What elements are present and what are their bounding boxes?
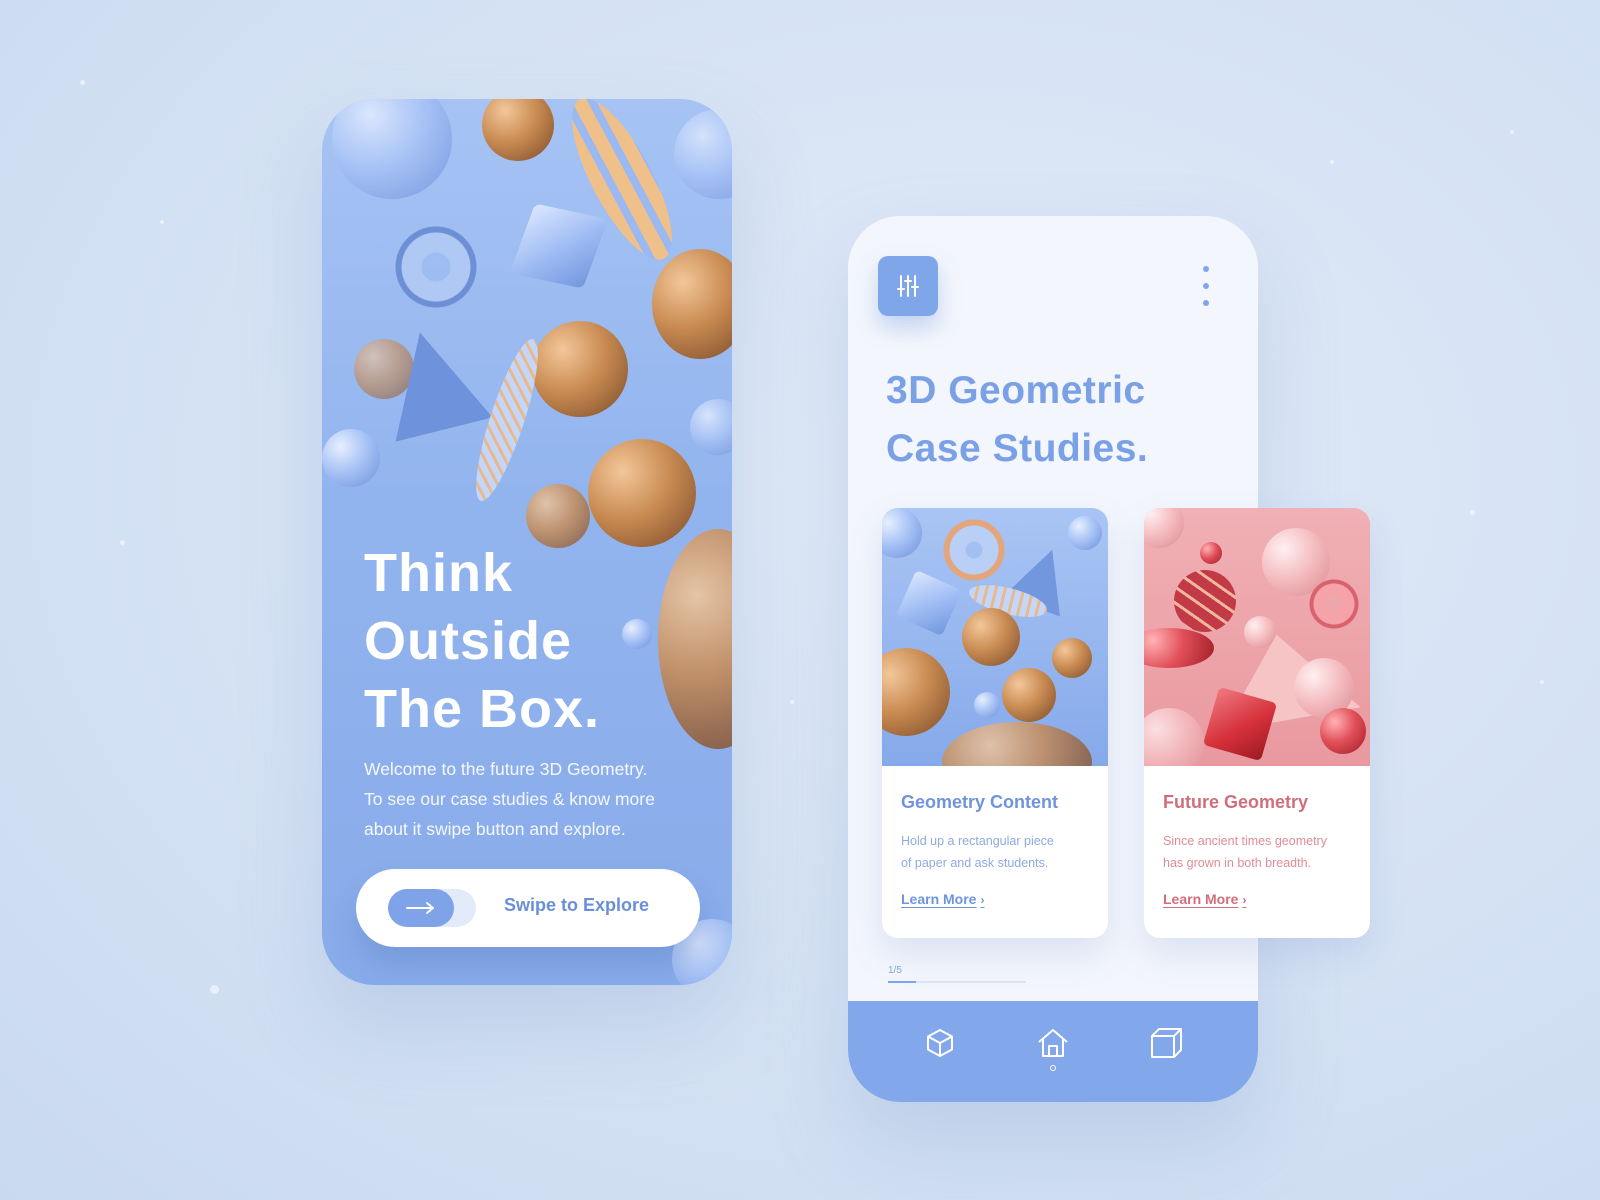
learn-more-label: Learn More	[901, 891, 977, 907]
page-title-line: 3D Geometric	[886, 369, 1146, 412]
background-dot	[120, 540, 125, 545]
chevron-right-icon: ›	[980, 893, 985, 907]
brown-sphere-decoration	[942, 722, 1092, 766]
brown-sphere-decoration	[652, 249, 732, 359]
red-sphere-decoration	[1320, 708, 1366, 754]
menu-dot	[1203, 300, 1209, 306]
hero-description-line: Welcome to the future 3D Geometry.	[364, 759, 648, 779]
blue-sphere-decoration	[674, 109, 732, 199]
hero-title-line: The Box.	[364, 679, 601, 739]
blue-cube-decoration	[509, 203, 609, 289]
active-nav-indicator	[1049, 1065, 1056, 1071]
pager-indicator: 1/5	[888, 965, 902, 976]
case-study-card[interactable]: Future Geometry Since ancient times geom…	[1144, 508, 1370, 938]
blue-sphere-decoration	[974, 692, 1000, 718]
menu-dot	[1203, 266, 1209, 272]
blue-sphere-decoration	[1068, 516, 1102, 550]
background-dot	[210, 985, 219, 994]
more-vertical-icon[interactable]	[1196, 266, 1216, 306]
sliders-icon	[897, 275, 919, 297]
filter-button[interactable]	[878, 256, 938, 316]
case-study-card[interactable]: Geometry Content Hold up a rectangular p…	[882, 508, 1108, 938]
blue-sphere-decoration	[322, 429, 380, 487]
swipe-label: Swipe to Explore	[504, 895, 650, 915]
swipe-handle[interactable]	[388, 889, 454, 927]
brown-sphere-decoration	[532, 321, 628, 417]
learn-more-link[interactable]: Learn More ›	[901, 891, 984, 907]
learn-more-label: Learn More	[1163, 891, 1239, 907]
blue-sphere-decoration	[882, 508, 922, 558]
box-icon	[1150, 1028, 1182, 1058]
hero-description-line: about it swipe button and explore.	[364, 819, 626, 839]
ring-decoration	[1308, 578, 1360, 630]
pager-fill	[888, 981, 916, 983]
brown-sphere-decoration	[658, 529, 732, 749]
background-dot	[790, 700, 794, 704]
chevron-right-icon: ›	[1242, 893, 1247, 907]
pink-sphere-decoration	[1144, 508, 1184, 548]
card-image	[882, 508, 1108, 766]
background-dot	[1540, 680, 1544, 684]
pager-track	[888, 981, 1026, 983]
ring-decoration	[942, 518, 1006, 582]
cube-icon	[927, 1029, 954, 1057]
background-dot	[1470, 510, 1475, 515]
background-dot	[1330, 160, 1334, 164]
background-dot	[160, 220, 164, 224]
bottom-nav	[848, 1001, 1258, 1102]
nav-item-box[interactable]	[1138, 1027, 1194, 1077]
hero-description: Welcome to the future 3D Geometry. To se…	[364, 754, 704, 844]
hero-title-line: Think	[364, 543, 513, 603]
striped-sphere-decoration	[1174, 570, 1236, 632]
card-description: Hold up a rectangular piece of paper and…	[901, 830, 1091, 874]
menu-dot	[1203, 283, 1209, 289]
nav-item-home[interactable]	[1025, 1027, 1081, 1077]
brown-sphere-decoration	[482, 99, 554, 161]
blue-sphere-decoration	[690, 399, 732, 455]
ring-decoration	[388, 219, 484, 315]
red-sphere-decoration	[1200, 542, 1222, 564]
pink-sphere-decoration	[1144, 708, 1204, 766]
card-description-line: of paper and ask students.	[901, 856, 1049, 870]
blue-cube-decoration	[895, 569, 963, 637]
home-icon	[1038, 1029, 1068, 1057]
swipe-to-explore-button[interactable]: Swipe to Explore	[356, 869, 700, 947]
brown-sphere-decoration	[588, 439, 696, 547]
blue-sphere-decoration	[622, 619, 652, 649]
nav-item-cube[interactable]	[912, 1027, 968, 1077]
card-description: Since ancient times geometry has grown i…	[1163, 830, 1353, 874]
blue-sphere-decoration	[332, 99, 452, 199]
learn-more-link[interactable]: Learn More ›	[1163, 891, 1246, 907]
brown-sphere-decoration	[962, 608, 1020, 666]
onboarding-screen: Think Outside The Box. Welcome to the fu…	[322, 99, 732, 985]
background-dot	[80, 80, 85, 85]
arrow-right-icon	[406, 902, 434, 914]
red-disc-decoration	[1144, 628, 1214, 668]
page-title-line: Case Studies.	[886, 427, 1149, 470]
card-description-line: has grown in both breadth.	[1163, 856, 1312, 870]
hero-title-line: Outside	[364, 611, 573, 671]
brown-sphere-decoration	[1002, 668, 1056, 722]
hero-title: Think Outside The Box.	[364, 539, 600, 743]
card-image	[1144, 508, 1370, 766]
brown-sphere-decoration	[882, 648, 950, 736]
page-title: 3D Geometric Case Studies.	[886, 362, 1148, 478]
card-title: Geometry Content	[901, 792, 1059, 812]
card-description-line: Since ancient times geometry	[1163, 834, 1327, 848]
card-title: Future Geometry	[1163, 792, 1309, 812]
card-description-line: Hold up a rectangular piece	[901, 834, 1054, 848]
hero-description-line: To see our case studies & know more	[364, 789, 655, 809]
brown-sphere-decoration	[1052, 638, 1092, 678]
background-dot	[1510, 130, 1514, 134]
